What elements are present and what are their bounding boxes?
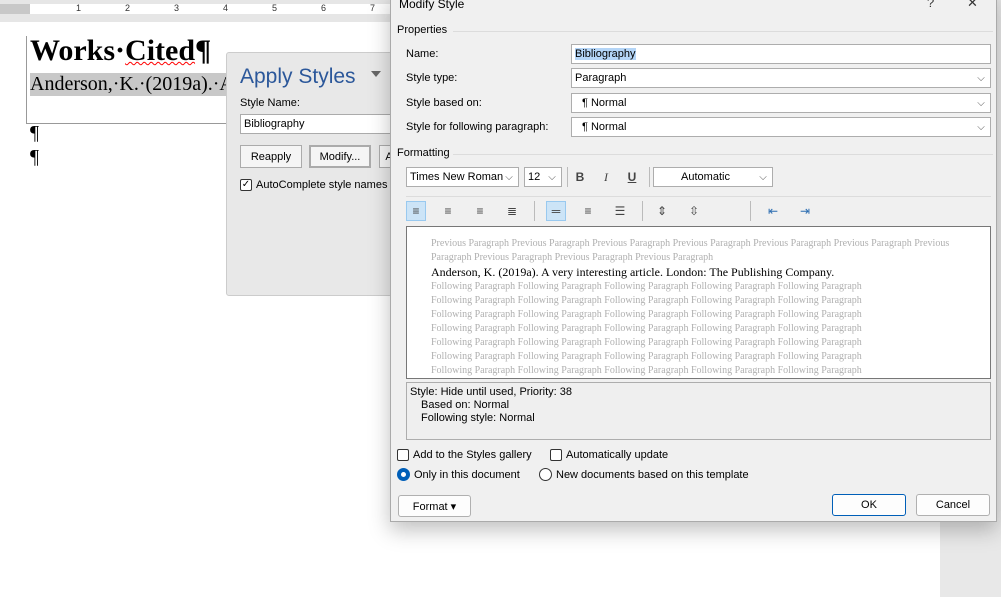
modify-button[interactable]: Modify... xyxy=(309,145,371,168)
single-spacing-icon[interactable]: ═ xyxy=(546,201,566,221)
ok-button[interactable]: OK xyxy=(832,494,906,516)
divider xyxy=(406,196,991,197)
font-color-select[interactable]: Automatic ⌵ xyxy=(653,167,773,187)
italic-button[interactable]: I xyxy=(596,167,616,187)
ruler-margin xyxy=(0,4,30,14)
name-input[interactable]: Bibliography xyxy=(571,44,991,64)
chevron-down-icon: ⌵ xyxy=(977,97,985,109)
divider xyxy=(453,31,993,32)
preview-following: Following Paragraph Following Paragraph … xyxy=(431,295,862,306)
style-type-label: Style type: xyxy=(406,72,458,84)
increase-spacing-icon[interactable]: ⇕ xyxy=(652,201,672,221)
ruler[interactable]: 1 2 3 4 5 6 7 xyxy=(0,0,395,22)
style-preview: Previous Paragraph Previous Paragraph Pr… xyxy=(406,226,991,379)
preview-following: Following Paragraph Following Paragraph … xyxy=(431,365,862,376)
font-select[interactable]: Times New Roman ⌵ xyxy=(406,167,519,187)
paragraph-mark: ¶ xyxy=(30,146,40,168)
font-size-select[interactable]: 12 ⌵ xyxy=(524,167,562,187)
divider xyxy=(750,201,751,221)
chevron-down-icon: ⌵ xyxy=(505,171,513,183)
preview-following: Following Paragraph Following Paragraph … xyxy=(431,337,862,348)
dialog-title: Modify Style xyxy=(399,0,465,11)
based-on-label: Style based on: xyxy=(406,97,482,109)
double-spacing-icon[interactable]: ☰ xyxy=(610,201,630,221)
pane-options-icon[interactable] xyxy=(371,71,381,77)
auto-update-checkbox[interactable]: Automatically update xyxy=(550,449,668,461)
modify-style-dialog: Modify Style ? ✕ Properties Name: Biblio… xyxy=(390,0,997,522)
chevron-down-icon: ⌵ xyxy=(977,72,985,84)
format-button[interactable]: Format ▾ xyxy=(398,495,471,517)
chevron-down-icon: ⌵ xyxy=(977,121,985,133)
style-description: Style: Hide until used, Priority: 38 Bas… xyxy=(406,382,991,440)
preview-following: Following Paragraph Following Paragraph … xyxy=(431,323,862,334)
ruler-tick: 3 xyxy=(174,3,180,13)
autocomplete-checkbox[interactable]: ✓ AutoComplete style names xyxy=(240,179,387,191)
preview-following: Following Paragraph Following Paragraph … xyxy=(431,351,862,362)
new-documents-radio[interactable]: New documents based on this template xyxy=(539,468,749,481)
add-to-gallery-checkbox[interactable]: Add to the Styles gallery xyxy=(397,449,532,461)
one-half-spacing-icon[interactable]: ≡ xyxy=(578,201,598,221)
spelling-flag: Cited xyxy=(125,34,196,67)
description-line: Following style: Normal xyxy=(421,412,535,424)
decrease-indent-icon[interactable]: ⇤ xyxy=(763,201,783,221)
close-button[interactable]: ✕ xyxy=(967,0,978,11)
style-name-input[interactable] xyxy=(240,114,400,134)
divider xyxy=(567,167,568,187)
ruler-tick: 1 xyxy=(76,3,82,13)
following-select[interactable]: ¶ Normal ⌵ xyxy=(571,117,991,137)
description-line: Based on: Normal xyxy=(421,399,510,411)
divider xyxy=(649,167,650,187)
increase-indent-icon[interactable]: ⇥ xyxy=(795,201,815,221)
formatting-section-label: Formatting xyxy=(397,147,450,159)
description-line: Style: Hide until used, Priority: 38 xyxy=(410,386,573,398)
style-name-label: Style Name: xyxy=(240,97,300,109)
preview-following: Following Paragraph Following Paragraph … xyxy=(431,309,862,320)
apply-styles-title: Apply Styles xyxy=(240,65,356,88)
preview-following: Following Paragraph Following Paragraph … xyxy=(431,378,980,379)
preview-following: Following Paragraph Following Paragraph … xyxy=(431,281,862,292)
align-center-icon[interactable]: ≡ xyxy=(438,201,458,221)
help-button[interactable]: ? xyxy=(927,0,934,10)
style-type-select[interactable]: Paragraph ⌵ xyxy=(571,68,991,88)
apply-styles-pane: Apply Styles Style Name: Reapply Modify.… xyxy=(226,52,400,296)
align-left-icon[interactable]: ≡ xyxy=(406,201,426,221)
ruler-tick: 6 xyxy=(321,3,327,13)
decrease-spacing-icon[interactable]: ⇳ xyxy=(684,201,704,221)
paragraph-mark: ¶ xyxy=(30,122,40,144)
preview-sample: Anderson, K. (2019a). A very interesting… xyxy=(431,265,835,279)
based-on-select[interactable]: ¶ Normal ⌵ xyxy=(571,93,991,113)
ruler-text-area xyxy=(30,4,395,14)
cancel-button[interactable]: Cancel xyxy=(916,494,990,516)
preview-previous: Previous Paragraph Previous Paragraph Pr… xyxy=(431,238,950,263)
bold-button[interactable]: B xyxy=(570,167,590,187)
divider xyxy=(534,201,535,221)
ruler-tick: 4 xyxy=(223,3,229,13)
heading-works-cited[interactable]: Works·Cited¶ xyxy=(30,34,211,68)
citation-paragraph[interactable]: Anderson,·K.·(2019a).·A·very xyxy=(30,73,230,96)
underline-button[interactable]: U xyxy=(622,167,642,187)
chevron-down-icon: ⌵ xyxy=(548,171,556,183)
justify-icon[interactable]: ≣ xyxy=(502,201,522,221)
ruler-tick: 7 xyxy=(370,3,376,13)
reapply-button[interactable]: Reapply xyxy=(240,145,302,168)
chevron-down-icon: ⌵ xyxy=(759,171,767,183)
ruler-tick: 2 xyxy=(125,3,131,13)
following-label: Style for following paragraph: xyxy=(406,121,549,133)
divider xyxy=(642,201,643,221)
name-label: Name: xyxy=(406,48,439,60)
ruler-tick: 5 xyxy=(272,3,278,13)
divider xyxy=(453,154,993,155)
align-right-icon[interactable]: ≡ xyxy=(470,201,490,221)
only-this-document-radio[interactable]: Only in this document xyxy=(397,468,520,481)
properties-section-label: Properties xyxy=(397,24,448,36)
